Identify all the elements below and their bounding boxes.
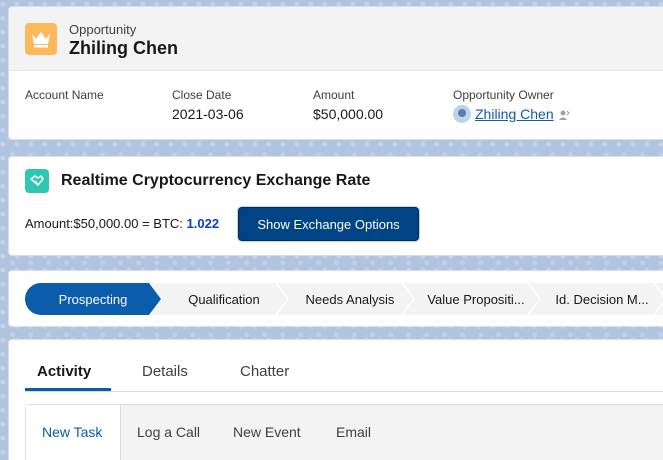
record-tabs: Activity Details Chatter	[25, 340, 663, 392]
show-exchange-options-button[interactable]: Show Exchange Options	[238, 207, 419, 241]
field-amount: Amount $50,000.00	[313, 88, 383, 122]
tab-chatter[interactable]: Chatter	[240, 363, 289, 380]
field-account-name: Account Name	[25, 88, 104, 106]
field-label: Amount	[313, 88, 355, 102]
opportunity-crown-icon	[25, 23, 57, 55]
subtab-log-a-call[interactable]: Log a Call	[137, 424, 200, 440]
crypto-exchange-card: Realtime Cryptocurrency Exchange Rate Am…	[8, 156, 663, 256]
exchange-amount-text: Amount:$50,000.00 = BTC: 1.022	[25, 216, 219, 231]
path-stage-prospecting[interactable]: Prospecting	[25, 283, 161, 315]
tab-details[interactable]: Details	[142, 363, 188, 380]
field-close-date: Close Date 2021-03-06	[172, 88, 244, 122]
record-header-top: Opportunity Zhiling Chen	[9, 7, 663, 71]
card-title: Realtime Cryptocurrency Exchange Rate	[61, 172, 371, 189]
amount-label: Amount:$50,000.00 = BTC:	[25, 216, 187, 231]
active-tab-indicator	[25, 388, 111, 391]
field-label: Close Date	[172, 88, 232, 102]
sales-path: Prospecting Qualification Needs Analysis…	[25, 283, 663, 315]
path-stage-needs-analysis[interactable]: Needs Analysis	[277, 283, 413, 315]
path-stage-value-proposition[interactable]: Value Propositi...	[403, 283, 539, 315]
owner-row: Zhiling Chen	[453, 105, 570, 123]
activity-composer-tabs: New Task Log a Call New Event Email	[25, 404, 663, 460]
change-owner-icon[interactable]	[558, 108, 570, 120]
path-stage-id-decision-makers[interactable]: Id. Decision M...	[529, 283, 663, 315]
object-type-label: Opportunity	[69, 22, 137, 37]
owner-avatar[interactable]	[453, 105, 471, 123]
field-label: Opportunity Owner	[453, 88, 554, 102]
handshake-icon	[25, 169, 49, 193]
field-value: 2021-03-06	[172, 106, 244, 122]
subtab-new-event[interactable]: New Event	[233, 424, 301, 440]
field-value: $50,000.00	[313, 106, 384, 122]
record-tabs-card: Activity Details Chatter New Task Log a …	[8, 339, 663, 460]
sales-path-card: Prospecting Qualification Needs Analysis…	[8, 270, 663, 327]
field-opportunity-owner: Opportunity Owner Zhiling Chen	[453, 88, 570, 123]
path-stage-qualification[interactable]: Qualification	[151, 283, 287, 315]
owner-link[interactable]: Zhiling Chen	[475, 106, 554, 122]
record-name: Zhiling Chen	[69, 38, 178, 58]
subtab-email[interactable]: Email	[336, 424, 371, 440]
record-header-card: Opportunity Zhiling Chen Account Name Cl…	[8, 6, 663, 140]
field-label: Account Name	[25, 88, 104, 102]
tab-activity[interactable]: Activity	[37, 363, 91, 380]
btc-value: 1.022	[186, 216, 220, 231]
highlights-fields: Account Name Close Date 2021-03-06 Amoun…	[9, 71, 663, 139]
subtab-new-task[interactable]: New Task	[42, 424, 102, 440]
